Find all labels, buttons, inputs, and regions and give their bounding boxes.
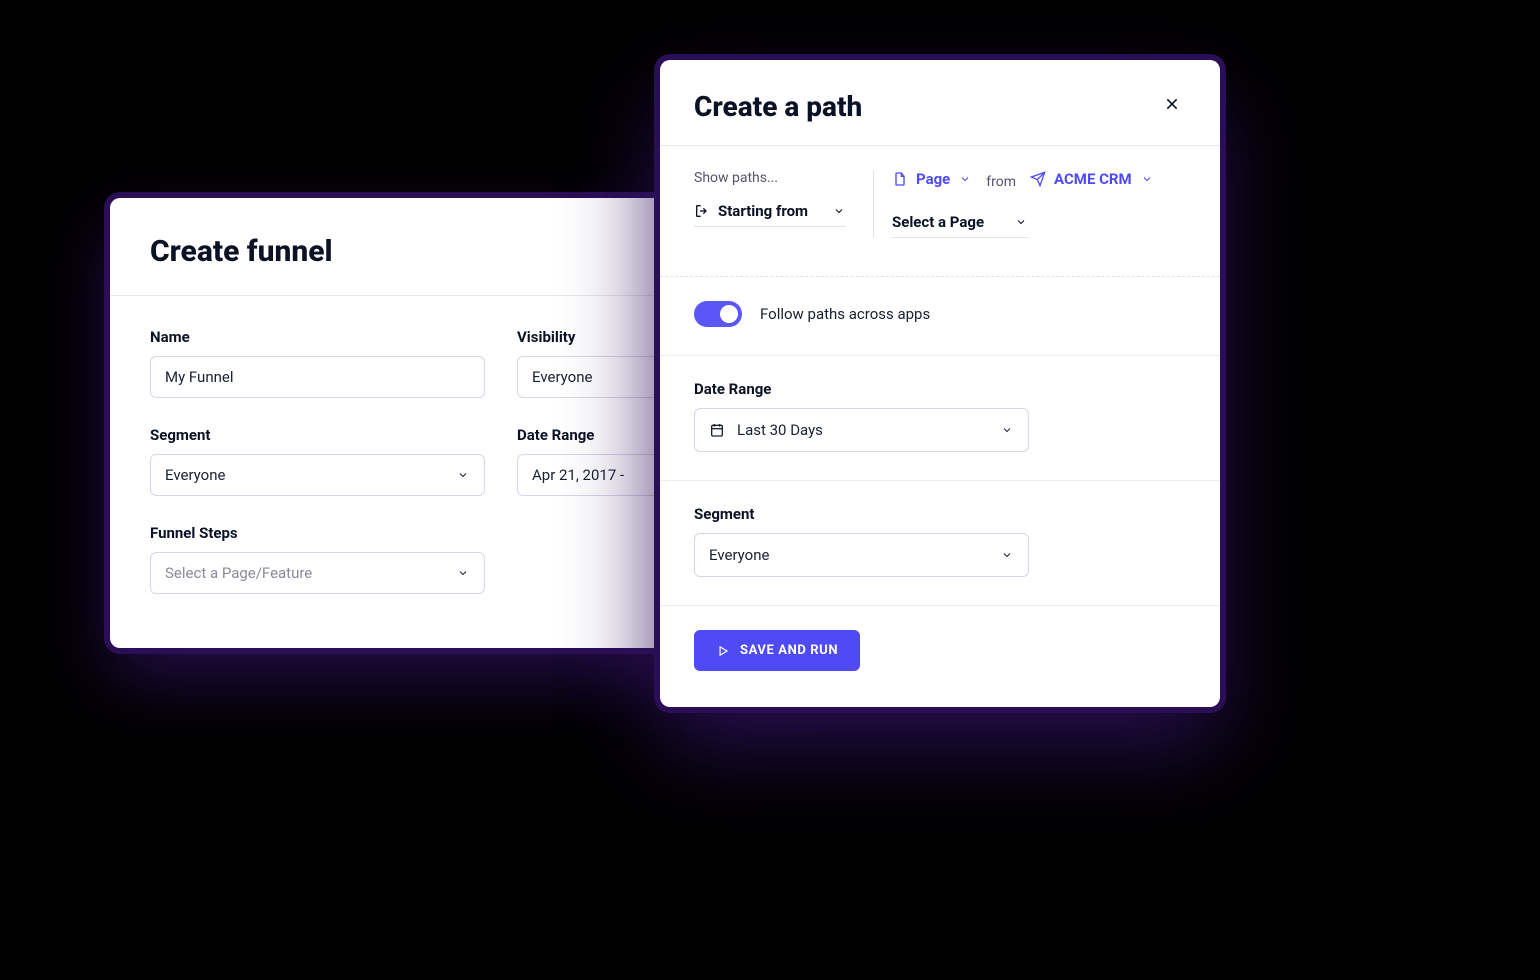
close-button[interactable] xyxy=(1158,90,1186,118)
select-page-label: Select a Page xyxy=(892,213,984,231)
funnel-daterange-value: Apr 21, 2017 - xyxy=(532,466,624,484)
path-daterange-value: Last 30 Days xyxy=(737,421,823,439)
follow-paths-label: Follow paths across apps xyxy=(760,305,930,323)
chevron-down-icon xyxy=(456,566,470,580)
path-segment-value: Everyone xyxy=(709,546,769,564)
path-segment-label: Segment xyxy=(694,505,1186,523)
funnel-visibility-value: Everyone xyxy=(532,368,592,386)
path-daterange-section: Date Range Last 30 Days xyxy=(660,356,1220,481)
funnel-steps-placeholder: Select a Page/Feature xyxy=(165,564,312,582)
calendar-icon xyxy=(709,422,725,438)
path-config-section: Show paths... Starting from xyxy=(660,146,1220,276)
save-and-run-label: Save and Run xyxy=(740,643,838,658)
funnel-steps-field: Funnel Steps Select a Page/Feature xyxy=(150,524,485,594)
play-icon xyxy=(716,644,730,658)
create-path-card: Create a path Show paths... Starting fro… xyxy=(660,60,1220,707)
funnel-steps-label: Funnel Steps xyxy=(150,524,485,542)
funnel-segment-select[interactable]: Everyone xyxy=(150,454,485,496)
show-paths-label: Show paths... xyxy=(694,170,859,186)
path-segment-select[interactable]: Everyone xyxy=(694,533,1029,577)
funnel-segment-label: Segment xyxy=(150,426,485,444)
starting-from-label: Starting from xyxy=(718,202,808,220)
starting-from-select[interactable]: Starting from xyxy=(694,202,846,227)
path-daterange-label: Date Range xyxy=(694,380,1186,398)
chevron-down-icon xyxy=(832,204,846,218)
toggle-knob xyxy=(720,305,738,323)
chevron-down-icon xyxy=(1000,548,1014,562)
path-header: Create a path xyxy=(660,60,1220,146)
exit-icon xyxy=(694,203,710,219)
funnel-steps-select[interactable]: Select a Page/Feature xyxy=(150,552,485,594)
funnel-name-input[interactable]: My Funnel xyxy=(150,356,485,398)
file-icon xyxy=(892,171,908,187)
save-and-run-button[interactable]: Save and Run xyxy=(694,630,860,671)
page-type-select[interactable]: Page xyxy=(892,170,972,194)
chevron-down-icon xyxy=(1014,215,1028,229)
path-segment-section: Segment Everyone xyxy=(660,481,1220,606)
funnel-segment-value: Everyone xyxy=(165,466,225,484)
page-type-label: Page xyxy=(916,170,950,188)
chevron-down-icon xyxy=(958,172,972,186)
from-label: from xyxy=(986,174,1016,190)
close-icon xyxy=(1164,96,1180,112)
select-page-dropdown[interactable]: Select a Page xyxy=(892,213,1028,238)
path-daterange-select[interactable]: Last 30 Days xyxy=(694,408,1029,452)
follow-paths-toggle[interactable] xyxy=(694,301,742,327)
app-label: ACME CRM xyxy=(1054,170,1132,188)
path-footer: Save and Run xyxy=(660,606,1220,707)
chevron-down-icon xyxy=(1140,172,1154,186)
app-select[interactable]: ACME CRM xyxy=(1030,170,1154,194)
chevron-down-icon xyxy=(456,468,470,482)
funnel-segment-field: Segment Everyone xyxy=(150,426,485,496)
path-title: Create a path xyxy=(694,90,862,123)
send-icon xyxy=(1030,171,1046,187)
chevron-down-icon xyxy=(1000,423,1014,437)
funnel-name-value: My Funnel xyxy=(165,368,233,386)
follow-paths-section: Follow paths across apps xyxy=(660,277,1220,356)
funnel-name-field: Name My Funnel xyxy=(150,328,485,398)
funnel-name-label: Name xyxy=(150,328,485,346)
